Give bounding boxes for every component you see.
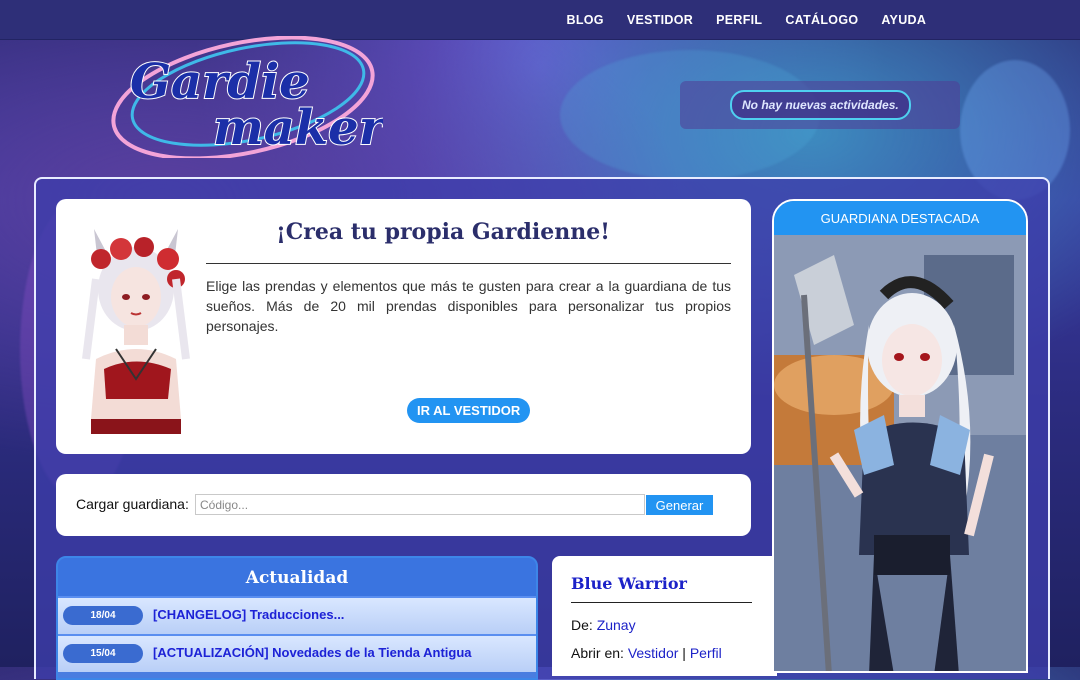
list-item[interactable]: 18/04 [CHANGELOG] Traducciones... xyxy=(58,596,536,634)
author-link[interactable]: Zunay xyxy=(597,617,636,633)
load-guardiana-card: Cargar guardiana: Generar xyxy=(56,474,751,536)
activity-panel: No hay nuevas actividades. xyxy=(680,81,960,129)
activity-status[interactable]: No hay nuevas actividades. xyxy=(730,90,911,120)
load-label: Cargar guardiana: xyxy=(76,496,189,512)
open-vestidor-link[interactable]: Vestidor xyxy=(628,645,679,661)
news-panel: Actualidad 18/04 [CHANGELOG] Traduccione… xyxy=(56,556,538,680)
nav-ayuda[interactable]: AYUDA xyxy=(870,0,938,40)
open-in-line: Abrir en: Vestidor | Perfil xyxy=(571,645,722,661)
open-perfil-link[interactable]: Perfil xyxy=(690,645,722,661)
author-label: De: xyxy=(571,617,593,633)
news-link[interactable]: [ACTUALIZACIÓN] Novedades de la Tienda A… xyxy=(153,645,472,660)
news-link[interactable]: [CHANGELOG] Traducciones... xyxy=(153,607,344,622)
outfit-detail-card: Blue Warrior De: Zunay Abrir en: Vestido… xyxy=(552,556,777,676)
featured-guardian-image[interactable] xyxy=(774,235,1026,673)
featured-header: GUARDIANA DESTACADA xyxy=(774,201,1026,235)
nav-vestidor[interactable]: VESTIDOR xyxy=(615,0,704,40)
logo-text-2: maker xyxy=(213,100,383,156)
news-title: Actualidad xyxy=(58,558,536,596)
divider xyxy=(206,263,731,264)
gardie-maker-logo[interactable]: Gardie maker xyxy=(108,36,383,158)
code-input[interactable] xyxy=(195,494,645,515)
top-nav: BLOG VESTIDOR PERFIL CATÁLOGO AYUDA xyxy=(0,0,1080,40)
nav-perfil[interactable]: PERFIL xyxy=(705,0,774,40)
go-to-vestidor-button[interactable]: IR AL VESTIDOR xyxy=(407,398,531,423)
news-date: 18/04 xyxy=(63,606,143,625)
character-illustration xyxy=(76,219,196,434)
hero-title: ¡Crea tu propia Gardienne! xyxy=(276,219,610,245)
open-in-label: Abrir en: xyxy=(571,645,624,661)
news-date: 15/04 xyxy=(63,644,143,663)
nav-blog[interactable]: BLOG xyxy=(555,0,615,40)
generate-button[interactable]: Generar xyxy=(646,495,713,515)
nav-catalogo[interactable]: CATÁLOGO xyxy=(774,0,870,40)
separator: | xyxy=(682,645,686,661)
outfit-name: Blue Warrior xyxy=(571,574,687,593)
featured-guardian-panel: GUARDIANA DESTACADA xyxy=(772,199,1028,673)
author-line: De: Zunay xyxy=(571,617,636,633)
divider xyxy=(571,602,752,603)
create-gardienne-card: ¡Crea tu propia Gardienne! Elige las pre… xyxy=(56,199,751,454)
hero-description: Elige las prendas y elementos que más te… xyxy=(206,278,731,334)
list-item[interactable]: 15/04 [ACTUALIZACIÓN] Novedades de la Ti… xyxy=(58,634,536,672)
